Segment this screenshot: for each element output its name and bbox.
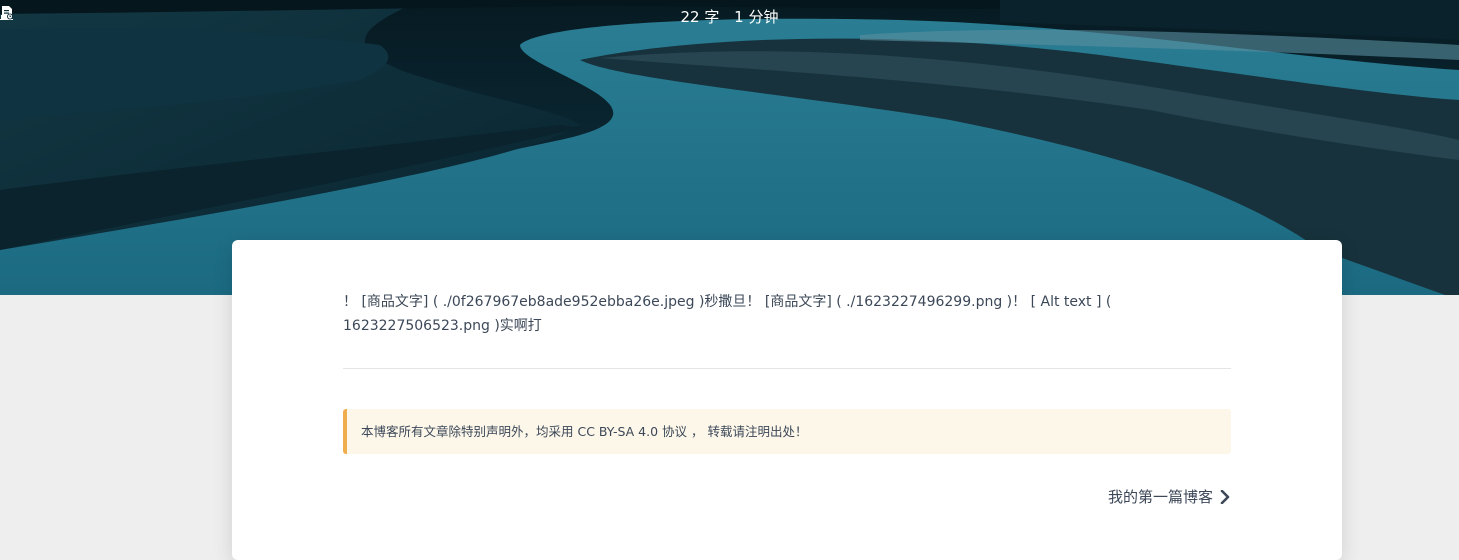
content-divider — [343, 368, 1231, 369]
post-card: ！ [商品文字] ( ./0f267967eb8ade952ebba26e.jp… — [232, 240, 1342, 560]
license-notice: 本博客所有文章除特别声明外，均采用 CC BY-SA 4.0 协议 ， 转载请注… — [343, 409, 1231, 454]
next-post-link[interactable]: 我的第一篇博客 — [1108, 486, 1231, 508]
document-clock-icon — [2, 6, 13, 20]
post-meta: 22 字 1 分钟 — [0, 6, 1459, 28]
chevron-right-icon[interactable] — [1219, 490, 1231, 504]
next-post-title[interactable]: 我的第一篇博客 — [1108, 486, 1213, 508]
read-time-text: 1 分钟 — [734, 8, 779, 26]
read-time: 1 分钟 — [2, 6, 779, 28]
word-count: 22 字 — [0, 6, 720, 28]
post-content: ！ [商品文字] ( ./0f267967eb8ade952ebba26e.jp… — [343, 294, 1112, 334]
word-count-text: 22 字 — [680, 8, 720, 26]
